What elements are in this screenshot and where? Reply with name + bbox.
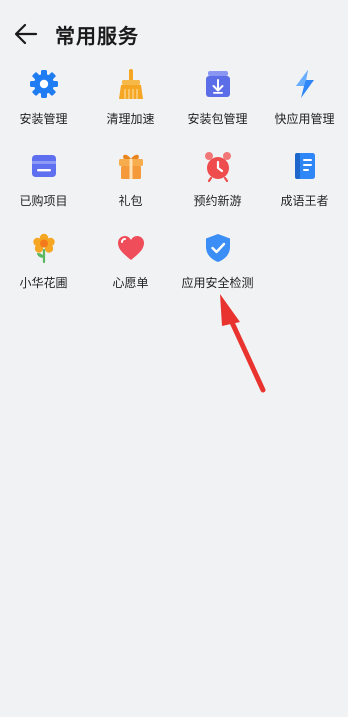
back-button[interactable] xyxy=(10,18,42,50)
shield-check-icon xyxy=(206,234,230,262)
service-quickapp-manage[interactable]: 快应用管理 xyxy=(261,66,348,136)
arrow-left-icon xyxy=(14,23,38,45)
flower-icon xyxy=(33,233,55,264)
purchased-icon xyxy=(32,155,56,177)
service-wishlist[interactable]: 心愿单 xyxy=(87,230,174,300)
service-purchased[interactable]: 已购项目 xyxy=(0,148,87,218)
service-clean-speedup[interactable]: 清理加速 xyxy=(87,66,174,136)
service-package-manage[interactable]: 安装包管理 xyxy=(174,66,261,136)
service-label: 礼包 xyxy=(118,194,143,208)
lightning-icon xyxy=(296,70,314,98)
heart-icon xyxy=(118,236,144,260)
service-label: 清理加速 xyxy=(106,112,155,126)
service-idiom-king[interactable]: 成语王者 xyxy=(261,148,348,218)
alarm-clock-icon xyxy=(205,152,231,182)
gear-icon xyxy=(30,70,58,98)
page-title: 常用服务 xyxy=(55,24,139,48)
service-label: 心愿单 xyxy=(112,276,149,290)
service-install-manage[interactable]: 安装管理 xyxy=(0,66,87,136)
service-app-security-check[interactable]: 应用安全检测 xyxy=(174,230,261,300)
service-label: 成语王者 xyxy=(280,194,329,208)
service-label: 小华花圃 xyxy=(19,276,68,290)
service-label: 已购项目 xyxy=(19,194,68,208)
service-label: 应用安全检测 xyxy=(181,276,254,290)
service-flower-garden[interactable]: 小华花圃 xyxy=(0,230,87,300)
service-gift[interactable]: 礼包 xyxy=(87,148,174,218)
package-download-icon xyxy=(206,71,230,97)
service-game-reserve[interactable]: 预约新游 xyxy=(174,148,261,218)
broom-icon xyxy=(119,69,143,99)
service-label: 快应用管理 xyxy=(274,112,335,126)
gift-icon xyxy=(119,154,143,179)
book-icon xyxy=(295,153,315,179)
service-label: 安装管理 xyxy=(19,112,68,126)
header: 常用服务 xyxy=(0,0,348,66)
service-label: 预约新游 xyxy=(193,194,242,208)
service-label: 安装包管理 xyxy=(187,112,248,126)
